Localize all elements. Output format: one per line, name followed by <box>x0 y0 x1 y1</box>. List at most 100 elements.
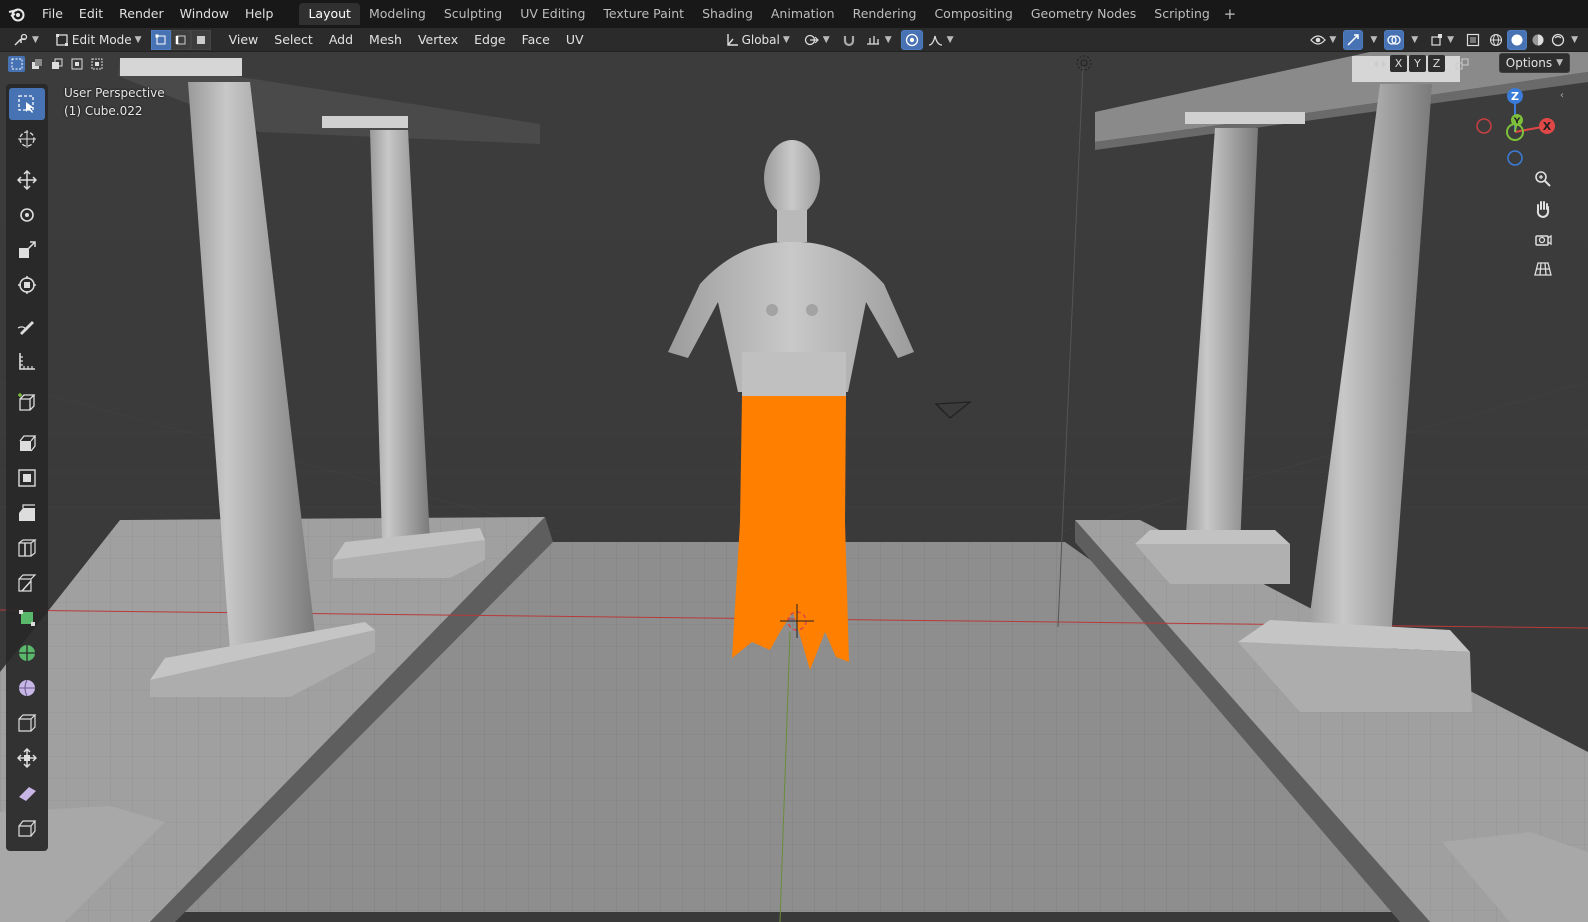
mirror-x-toggle[interactable]: X <box>1390 55 1407 72</box>
bevel-tool[interactable] <box>9 497 45 529</box>
menu-help[interactable]: Help <box>237 0 282 28</box>
tab-layout[interactable]: Layout <box>299 3 360 25</box>
blender-logo-icon[interactable] <box>0 0 34 28</box>
add-workspace-button[interactable]: + <box>1219 5 1241 23</box>
shading-rendered-button[interactable] <box>1549 30 1567 50</box>
header-menu-face[interactable]: Face <box>514 32 558 47</box>
smooth-tool[interactable] <box>9 672 45 704</box>
material-shading-icon <box>1532 34 1544 46</box>
navigation-gizmo[interactable]: Z X Y <box>1468 82 1568 172</box>
mirror-z-toggle[interactable]: Z <box>1428 55 1445 72</box>
visibility-dropdown[interactable]: ▼ <box>1305 30 1341 50</box>
snap-target-dropdown[interactable]: ▼ <box>861 30 897 50</box>
shear-tool[interactable] <box>9 777 45 809</box>
camera-view-button[interactable] <box>1530 226 1556 252</box>
sidebar-toggle-icon[interactable]: ‹ <box>1560 90 1564 101</box>
cursor-icon <box>18 130 36 148</box>
header-menu-uv[interactable]: UV <box>558 32 592 47</box>
options-dropdown[interactable]: Options ▼ <box>1498 53 1570 73</box>
chevron-down-icon: ▼ <box>822 34 830 45</box>
tab-sculpting[interactable]: Sculpting <box>435 3 511 25</box>
xray-toggle[interactable] <box>1461 30 1485 50</box>
3d-viewport[interactable]: User Perspective (1) Cube.022 X Y Z Opti… <box>0 52 1588 922</box>
header-menu-select[interactable]: Select <box>266 32 321 47</box>
mode-dropdown[interactable]: Edit Mode ▼ <box>50 30 147 50</box>
spin-tool[interactable] <box>9 637 45 669</box>
menu-edit[interactable]: Edit <box>71 0 111 28</box>
inset-faces-tool[interactable] <box>9 462 45 494</box>
options-label: Options <box>1505 56 1553 70</box>
mirror-options-icon[interactable] <box>1371 55 1388 72</box>
zoom-button[interactable] <box>1530 166 1556 192</box>
tab-compositing[interactable]: Compositing <box>925 3 1021 25</box>
select-invert-button[interactable] <box>68 56 85 72</box>
chevron-down-icon: ▼ <box>1556 58 1563 68</box>
cursor-tool[interactable] <box>9 123 45 155</box>
add-cube-tool[interactable] <box>9 386 45 418</box>
rotate-tool[interactable] <box>9 199 45 231</box>
overlays-dropdown[interactable]: ▼ <box>1406 30 1423 50</box>
annotate-tool[interactable] <box>9 310 45 342</box>
pan-button[interactable] <box>1530 196 1556 222</box>
extrude-region-tool[interactable] <box>9 427 45 459</box>
select-extend-button[interactable] <box>28 56 45 72</box>
proportional-falloff-dropdown[interactable]: ▼ <box>923 30 959 50</box>
annotate-icon <box>17 321 34 335</box>
tab-geometry-nodes[interactable]: Geometry Nodes <box>1022 3 1145 25</box>
tab-uv-editing[interactable]: UV Editing <box>511 3 594 25</box>
rip-region-tool[interactable] <box>9 812 45 844</box>
overlays-toggle[interactable] <box>1384 30 1405 50</box>
select-intersect-button[interactable] <box>88 56 105 72</box>
editor-type-button[interactable]: ▼ <box>8 30 44 50</box>
rotate-icon <box>20 208 34 222</box>
transform-orientation-dropdown[interactable]: Global ▼ <box>720 30 795 50</box>
mesh-edit-overlays-dropdown[interactable]: ▼ <box>1425 30 1459 50</box>
gizmo-toggle[interactable] <box>1343 30 1364 50</box>
pivot-point-dropdown[interactable]: ▼ <box>799 30 835 50</box>
measure-tool[interactable] <box>9 345 45 377</box>
mirror-y-toggle[interactable]: Y <box>1409 55 1426 72</box>
header-menu-vertex[interactable]: Vertex <box>410 32 466 47</box>
select-box-tool[interactable] <box>9 88 45 120</box>
proportional-editing-toggle[interactable] <box>900 29 923 50</box>
tab-rendering[interactable]: Rendering <box>844 3 926 25</box>
gizmo-dropdown[interactable]: ▼ <box>1365 30 1382 50</box>
selection-mode-strip <box>8 56 105 72</box>
knife-tool[interactable] <box>9 567 45 599</box>
shading-dropdown[interactable]: ▼ <box>1569 30 1580 50</box>
bevel-icon <box>19 504 35 521</box>
auto-merge-icon[interactable] <box>1453 55 1470 72</box>
menu-file[interactable]: File <box>34 0 71 28</box>
poly-build-tool[interactable] <box>9 602 45 634</box>
ortho-toggle-button[interactable] <box>1530 256 1556 282</box>
tab-texture-paint[interactable]: Texture Paint <box>594 3 693 25</box>
gizmo-x-label: X <box>1543 120 1552 133</box>
vertex-select-button[interactable] <box>150 29 171 50</box>
loop-cut-tool[interactable] <box>9 532 45 564</box>
header-menu-edge[interactable]: Edge <box>466 32 513 47</box>
transform-tool[interactable] <box>9 269 45 301</box>
header-menu-add[interactable]: Add <box>321 32 361 47</box>
chevron-down-icon: ▼ <box>1411 35 1419 45</box>
edge-slide-tool[interactable] <box>9 707 45 739</box>
shrink-fatten-tool[interactable] <box>9 742 45 774</box>
tab-modeling[interactable]: Modeling <box>360 3 435 25</box>
tab-scripting[interactable]: Scripting <box>1145 3 1219 25</box>
tab-animation[interactable]: Animation <box>762 3 844 25</box>
menu-window[interactable]: Window <box>172 0 237 28</box>
move-tool[interactable] <box>9 164 45 196</box>
menu-render[interactable]: Render <box>111 0 172 28</box>
select-subtract-button[interactable] <box>48 56 65 72</box>
header-menu-view[interactable]: View <box>221 32 267 47</box>
shading-wireframe-button[interactable] <box>1487 30 1505 50</box>
select-new-button[interactable] <box>8 56 25 72</box>
header-menu-mesh[interactable]: Mesh <box>361 32 410 47</box>
shading-solid-button[interactable] <box>1507 30 1528 50</box>
shading-material-button[interactable] <box>1529 30 1547 50</box>
tab-shading[interactable]: Shading <box>693 3 762 25</box>
edge-select-button[interactable] <box>170 29 191 50</box>
face-select-button[interactable] <box>190 29 211 50</box>
snap-toggle[interactable] <box>837 30 861 50</box>
chevron-down-icon: ▼ <box>32 34 39 45</box>
scale-tool[interactable] <box>9 234 45 266</box>
